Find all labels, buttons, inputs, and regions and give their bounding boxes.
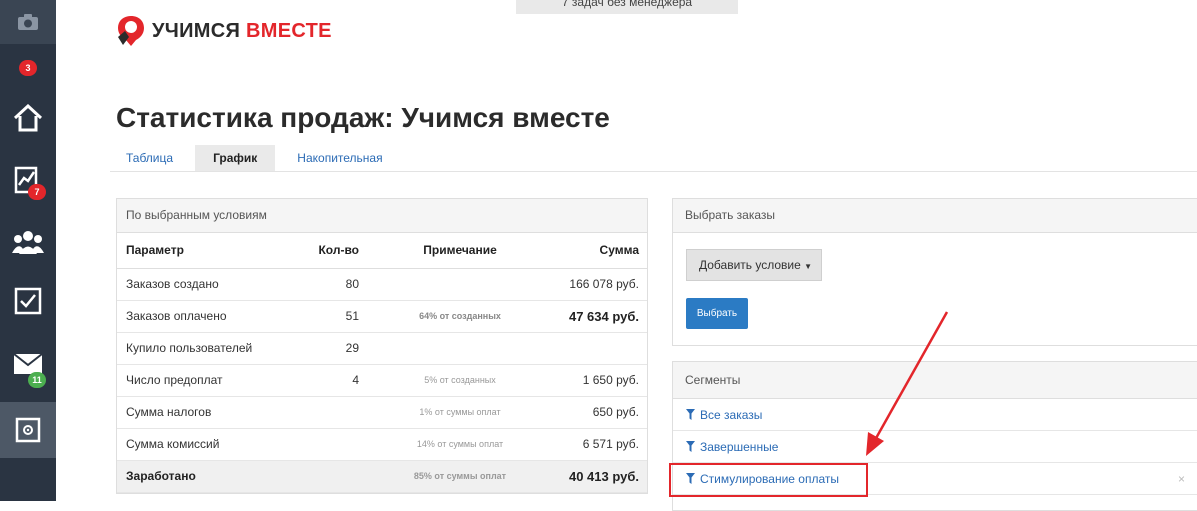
row-param: Сумма комиссий [117, 428, 303, 461]
stats-table: Параметр Кол-во Примечание Сумма Заказов… [117, 233, 647, 493]
row-param: Заказов создано [117, 268, 303, 301]
segment-label: Все заказы [700, 407, 763, 422]
segment-item-completed[interactable]: Завершенные [673, 431, 1197, 463]
select-orders-panel: Выбрать заказы Добавить условие ▼ Выбрат… [672, 198, 1197, 346]
row-count: 29 [303, 332, 375, 365]
table-row: Число предоплат 4 5% от созданных 1 650 … [117, 364, 647, 397]
choose-button[interactable]: Выбрать [686, 298, 748, 329]
row-param: Число предоплат [117, 364, 303, 397]
mail-badge: 11 [28, 372, 46, 388]
total-sum: 40 413 руб. [545, 460, 647, 493]
sidebar-item-camera[interactable] [0, 0, 56, 44]
total-note: 85% от суммы оплат [375, 460, 545, 493]
unassigned-tasks-notice[interactable]: 7 задач без менеджера [516, 0, 738, 14]
segments-heading: Сегменты [673, 362, 1197, 399]
row-count: 80 [303, 268, 375, 301]
total-row: Заработано 85% от суммы оплат 40 413 руб… [117, 460, 647, 493]
logo[interactable]: УЧИМСЯ ВМЕСТЕ [116, 15, 332, 47]
row-sum: 166 078 руб. [545, 268, 647, 301]
table-row: Заказов создано 80 166 078 руб. [117, 268, 647, 301]
stats-panel: По выбранным условиям Параметр Кол-во Пр… [116, 198, 648, 494]
select-orders-heading: Выбрать заказы [673, 199, 1197, 233]
row-count: 51 [303, 300, 375, 333]
logo-text-primary: УЧИМСЯ [152, 19, 241, 42]
table-row: Сумма комиссий 14% от суммы оплат 6 571 … [117, 428, 647, 461]
row-note: 5% от созданных [375, 364, 545, 397]
row-note: 1% от суммы оплат [375, 396, 545, 429]
add-condition-dropdown[interactable]: Добавить условие ▼ [686, 249, 822, 281]
column-header-note[interactable]: Примечание [375, 233, 545, 269]
tab-table[interactable]: Таблица [110, 145, 189, 171]
sidebar-item-tasks[interactable] [0, 274, 56, 328]
row-note [375, 268, 545, 301]
row-param: Заказов оплачено [117, 300, 303, 333]
tab-chart[interactable]: График [195, 145, 276, 171]
row-count: 4 [303, 364, 375, 397]
annotation-highlight-box [669, 463, 868, 497]
stats-badge: 7 [28, 184, 46, 200]
users-icon [12, 231, 44, 254]
view-tabs: Таблица График Накопительная [110, 145, 399, 173]
row-sum: 6 571 руб. [545, 428, 647, 461]
sidebar-item-safe[interactable] [0, 402, 56, 458]
sidebar-item-mail[interactable]: 11 [0, 336, 56, 392]
table-row: Купило пользователей 29 [117, 332, 647, 365]
row-count [303, 396, 375, 429]
safe-icon [15, 417, 41, 443]
row-param: Сумма налогов [117, 396, 303, 429]
row-note: 14% от суммы оплат [375, 428, 545, 461]
sidebar: 3 7 11 [0, 0, 56, 501]
total-param: Заработано [117, 460, 303, 493]
segment-label: Завершенные [700, 439, 779, 454]
column-header-count[interactable]: Кол-во [303, 233, 375, 269]
filter-icon [686, 441, 695, 452]
table-header-row: Параметр Кол-во Примечание Сумма [117, 233, 647, 269]
sidebar-item-home[interactable] [0, 92, 56, 144]
tabs-divider [110, 171, 1197, 172]
row-sum: 47 634 руб. [545, 300, 647, 333]
table-row: Сумма налогов 1% от суммы оплат 650 руб. [117, 396, 647, 429]
tab-cumulative[interactable]: Накопительная [281, 145, 398, 171]
checkbox-icon [14, 287, 42, 315]
stats-panel-heading: По выбранным условиям [117, 199, 647, 233]
row-sum: 1 650 руб. [545, 364, 647, 397]
caret-down-icon: ▼ [804, 262, 813, 271]
page-title: Статистика продаж: Учимся вместе [116, 102, 610, 133]
row-note [375, 332, 545, 365]
notification-badge: 3 [19, 60, 37, 76]
logo-text-accent: ВМЕСТЕ [246, 19, 332, 42]
sidebar-item-users[interactable] [0, 216, 56, 268]
filter-icon [686, 409, 695, 420]
total-count [303, 460, 375, 493]
camera-icon [18, 14, 38, 30]
row-sum: 650 руб. [545, 396, 647, 429]
row-sum [545, 332, 647, 365]
row-param: Купило пользователей [117, 332, 303, 365]
home-icon [13, 104, 43, 132]
segment-item-all-orders[interactable]: Все заказы [673, 399, 1197, 431]
sidebar-item-stats[interactable]: 7 [0, 152, 56, 208]
add-condition-label: Добавить условие [699, 258, 801, 272]
row-count [303, 428, 375, 461]
logo-icon [118, 16, 144, 46]
row-note: 64% от созданных [375, 300, 545, 333]
close-icon[interactable]: × [1178, 463, 1185, 495]
column-header-param[interactable]: Параметр [117, 233, 303, 269]
table-row: Заказов оплачено 51 64% от созданных 47 … [117, 300, 647, 333]
sidebar-item-notifications[interactable]: 3 [0, 50, 56, 86]
column-header-sum[interactable]: Сумма [545, 233, 647, 269]
